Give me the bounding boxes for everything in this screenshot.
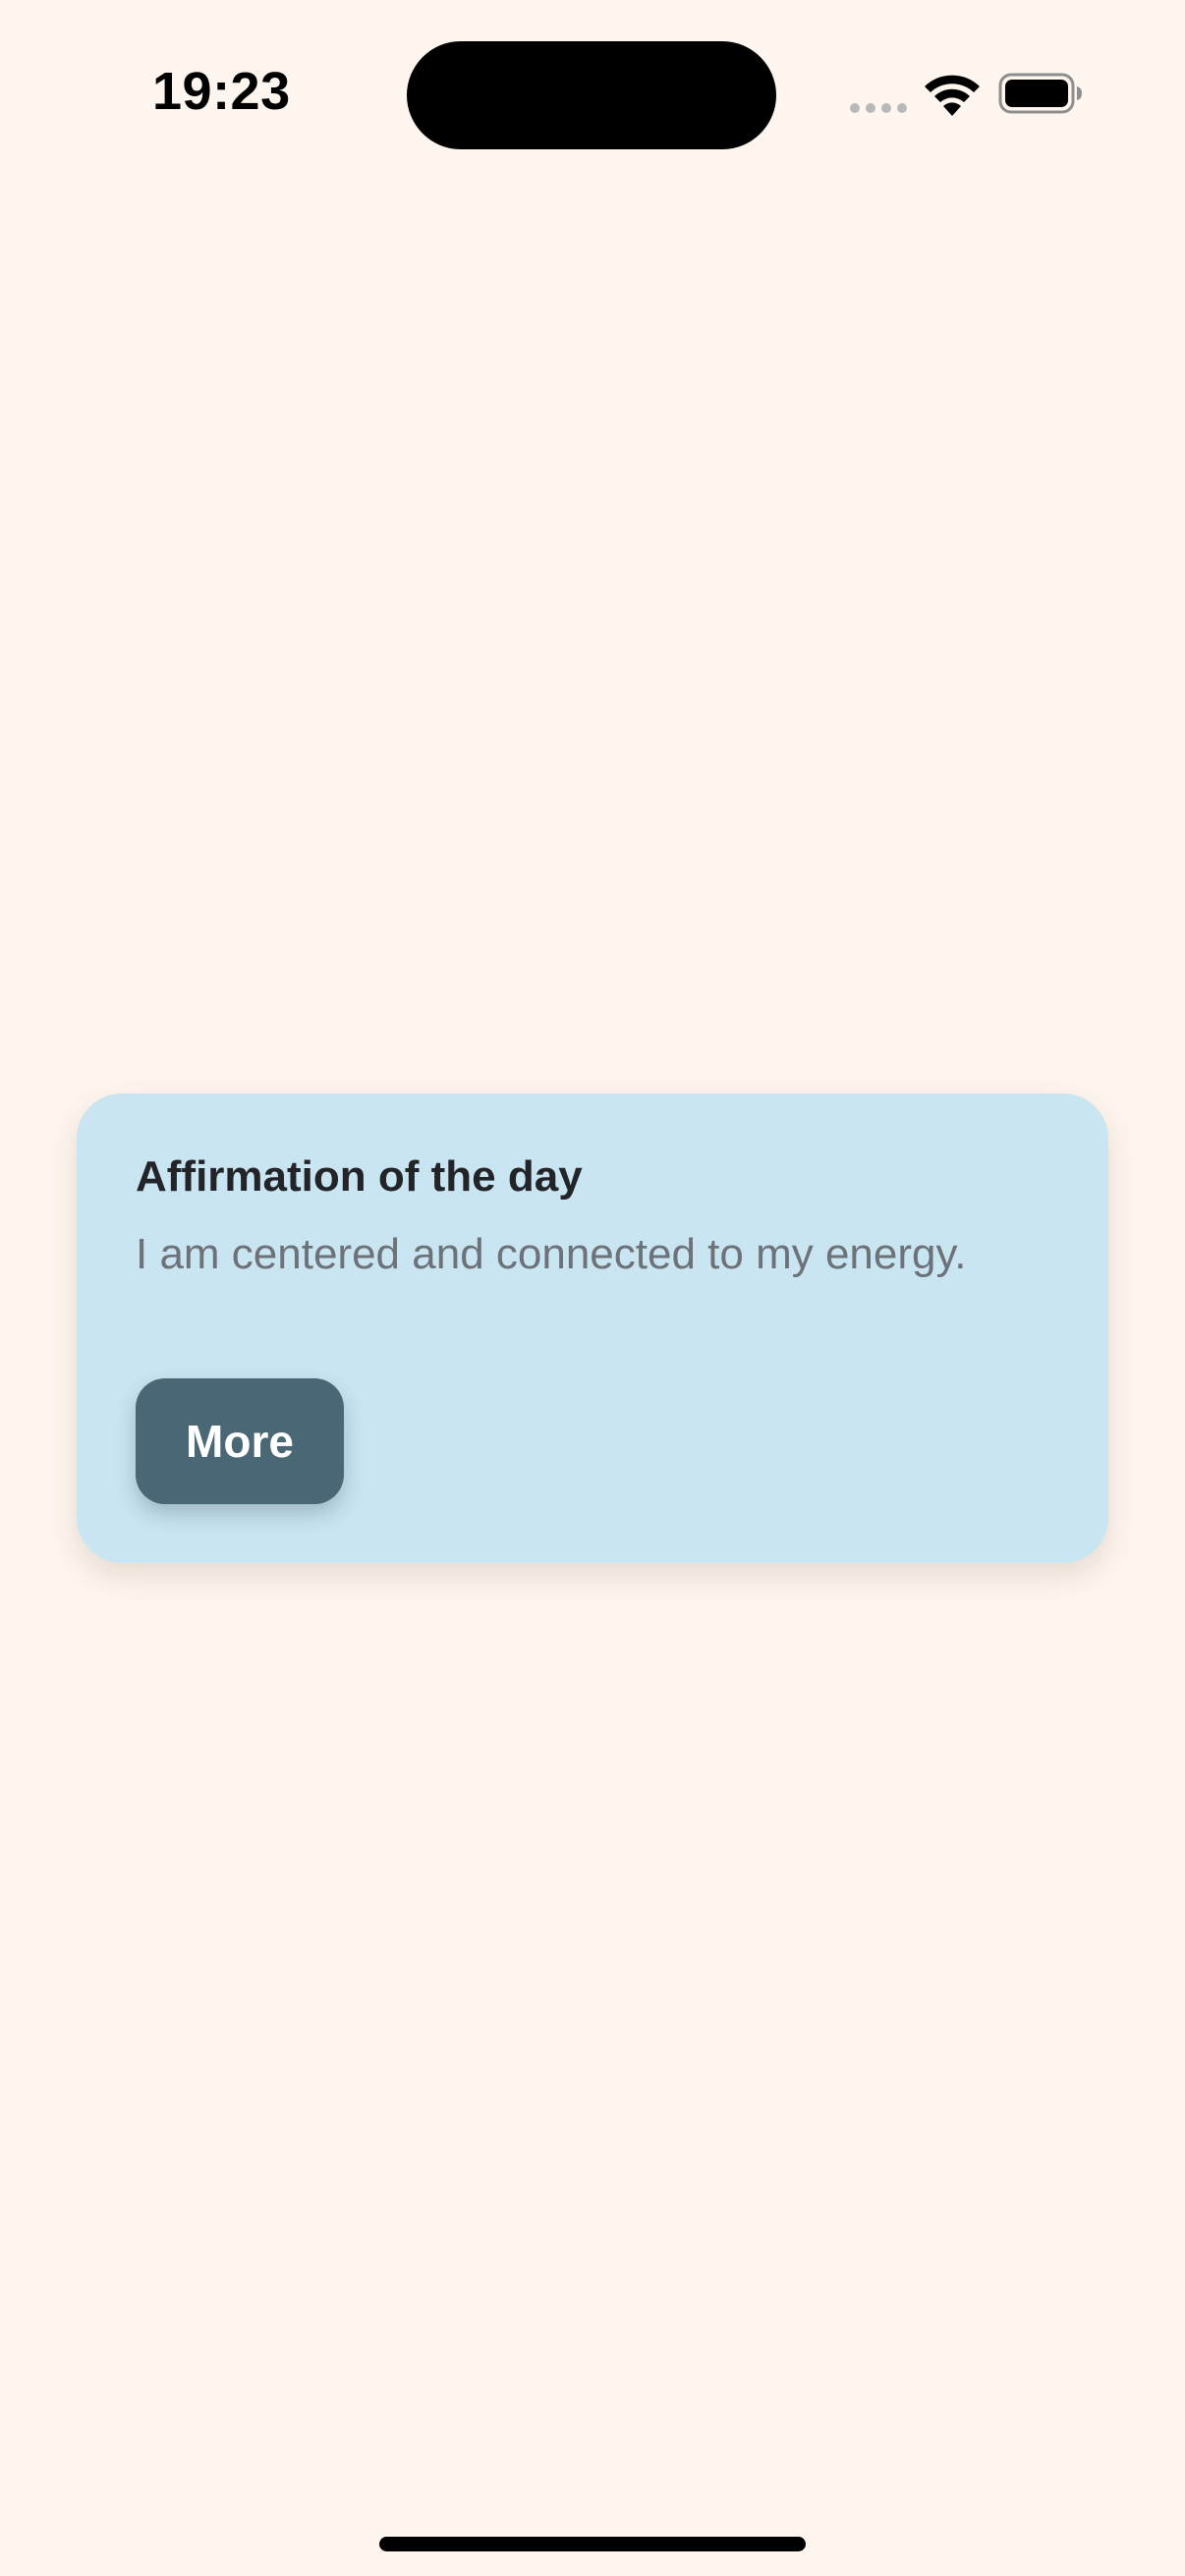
card-title: Affirmation of the day bbox=[136, 1152, 583, 1201]
status-time: 19:23 bbox=[152, 62, 291, 121]
affirmation-card: Affirmation of the day I am centered and… bbox=[77, 1093, 1108, 1563]
battery-icon bbox=[998, 73, 1082, 114]
more-button[interactable]: More bbox=[136, 1378, 344, 1504]
dynamic-island bbox=[407, 41, 776, 149]
affirmation-text: I am centered and connected to my energy… bbox=[136, 1230, 967, 1278]
home-indicator[interactable] bbox=[379, 2537, 806, 2551]
wifi-icon bbox=[925, 75, 980, 116]
signal-dots-icon bbox=[850, 103, 907, 113]
